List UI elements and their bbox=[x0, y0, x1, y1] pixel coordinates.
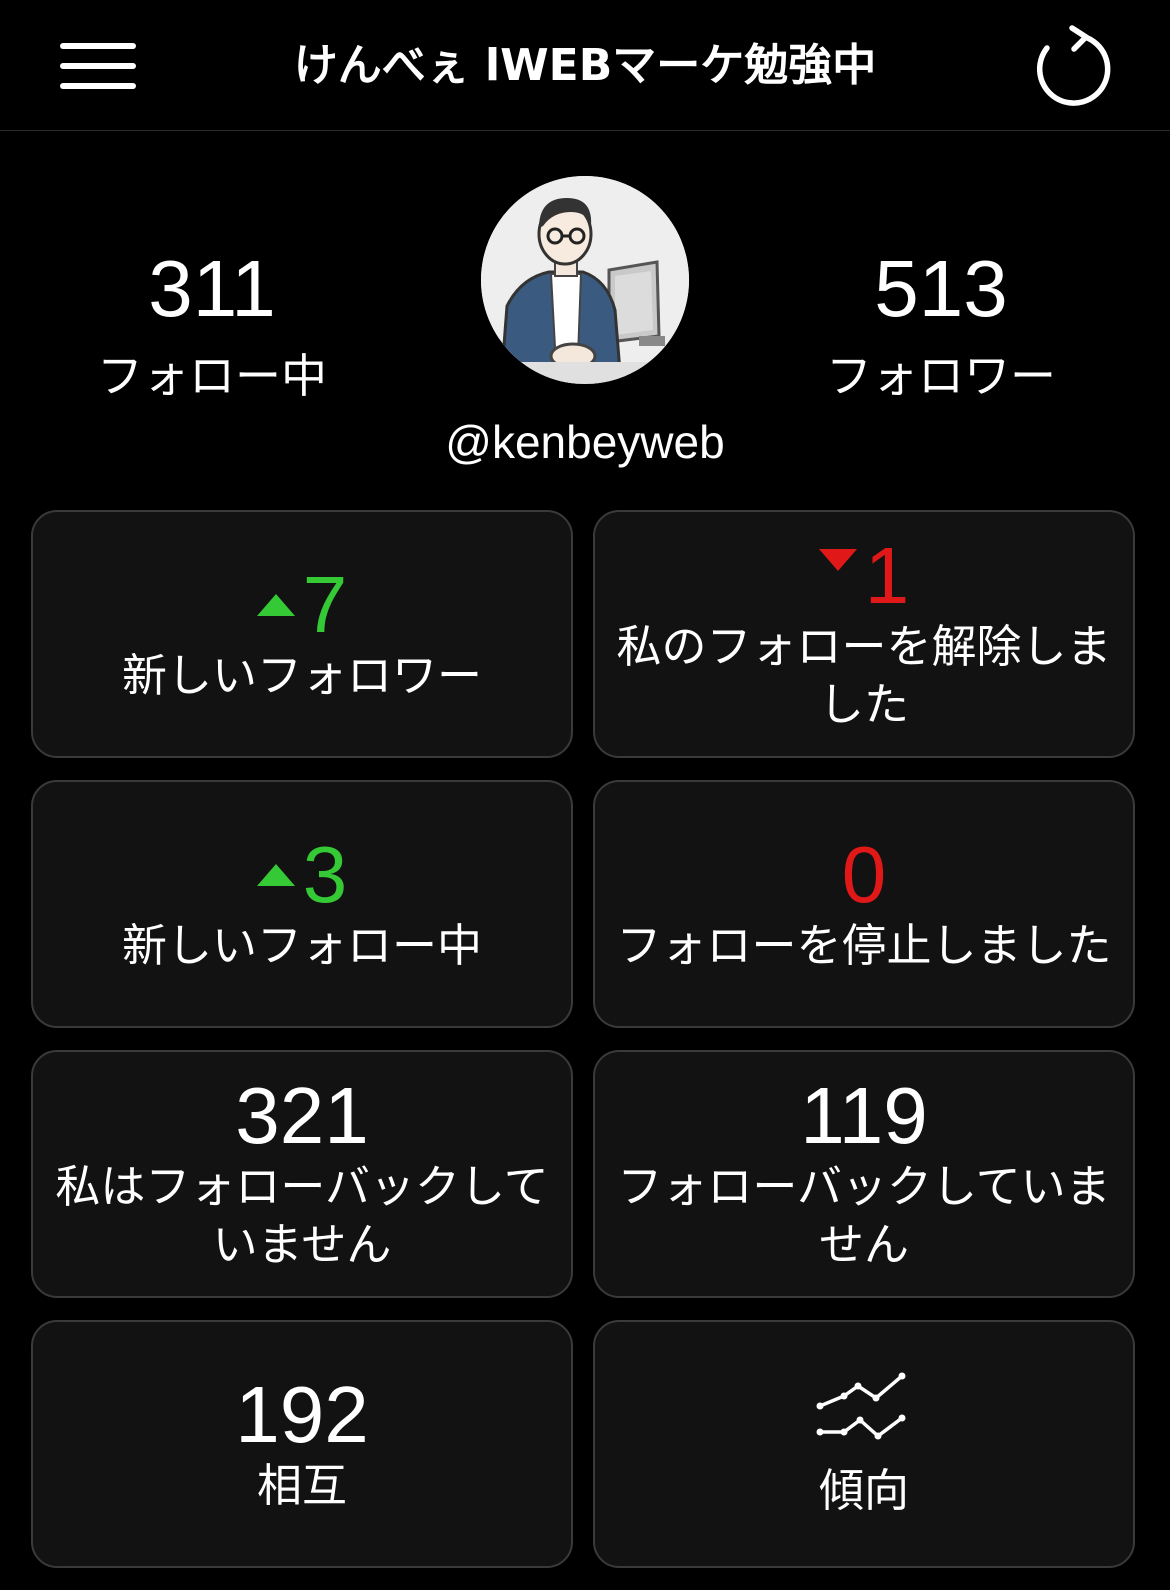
not-followed-back-label: フォローバックしていません bbox=[617, 1160, 1111, 1271]
new-followers-label: 新しいフォロワー bbox=[121, 649, 482, 702]
trends-label: 傾向 bbox=[818, 1464, 909, 1517]
card-trends[interactable]: 傾向 bbox=[593, 1320, 1135, 1568]
hamburger-menu-icon[interactable] bbox=[56, 36, 140, 96]
new-following-count: 3 bbox=[256, 833, 347, 917]
decrease-arrow-icon bbox=[818, 549, 857, 571]
followers-count: 513 bbox=[874, 244, 1008, 333]
card-unfollowed-me[interactable]: 1 私のフォローを解除しました bbox=[593, 510, 1135, 758]
new-following-label: 新しいフォロー中 bbox=[121, 919, 482, 972]
card-new-followers[interactable]: 7 新しいフォロワー bbox=[31, 510, 573, 758]
new-followers-count: 7 bbox=[256, 563, 347, 647]
username-handle: @kenbeyweb bbox=[445, 416, 725, 468]
followers-label: フォロワー bbox=[826, 349, 1056, 403]
page-title: けんべぇ lWEBマーケ勉強中 bbox=[293, 40, 877, 91]
mutual-count: 192 bbox=[235, 1370, 369, 1459]
followers-stat[interactable]: 513 フォロワー bbox=[791, 244, 1091, 404]
stopped-following-count: 0 bbox=[841, 830, 887, 919]
top-app-bar: けんべぇ lWEBマーケ勉強中 bbox=[0, 0, 1170, 131]
increase-arrow-icon bbox=[256, 594, 295, 616]
not-followed-back-count: 119 bbox=[800, 1071, 928, 1160]
card-not-following-back[interactable]: 321 私はフォローバックしていません bbox=[31, 1050, 573, 1298]
refresh-icon[interactable] bbox=[1028, 24, 1112, 110]
card-not-followed-back[interactable]: 119 フォローバックしていません bbox=[593, 1050, 1135, 1298]
card-mutual[interactable]: 192 相互 bbox=[31, 1320, 573, 1568]
not-following-back-count: 321 bbox=[235, 1071, 369, 1160]
avatar[interactable] bbox=[481, 176, 689, 384]
trend-chart-icon bbox=[816, 1372, 906, 1440]
unfollowed-me-label: 私のフォローを解除しました bbox=[616, 620, 1112, 731]
not-following-back-label: 私はフォローバックしていません bbox=[55, 1160, 549, 1271]
unfollowed-me-count: 1 bbox=[818, 534, 909, 618]
mutual-label: 相互 bbox=[256, 1459, 347, 1512]
following-label: フォロー中 bbox=[97, 349, 327, 403]
following-count: 311 bbox=[148, 244, 276, 333]
stopped-following-label: フォローを停止しました bbox=[616, 919, 1112, 972]
following-stat[interactable]: 311 フォロー中 bbox=[62, 244, 362, 404]
increase-arrow-icon bbox=[256, 864, 295, 886]
card-new-following[interactable]: 3 新しいフォロー中 bbox=[31, 780, 573, 1028]
card-stopped-following[interactable]: 0 フォローを停止しました bbox=[593, 780, 1135, 1028]
